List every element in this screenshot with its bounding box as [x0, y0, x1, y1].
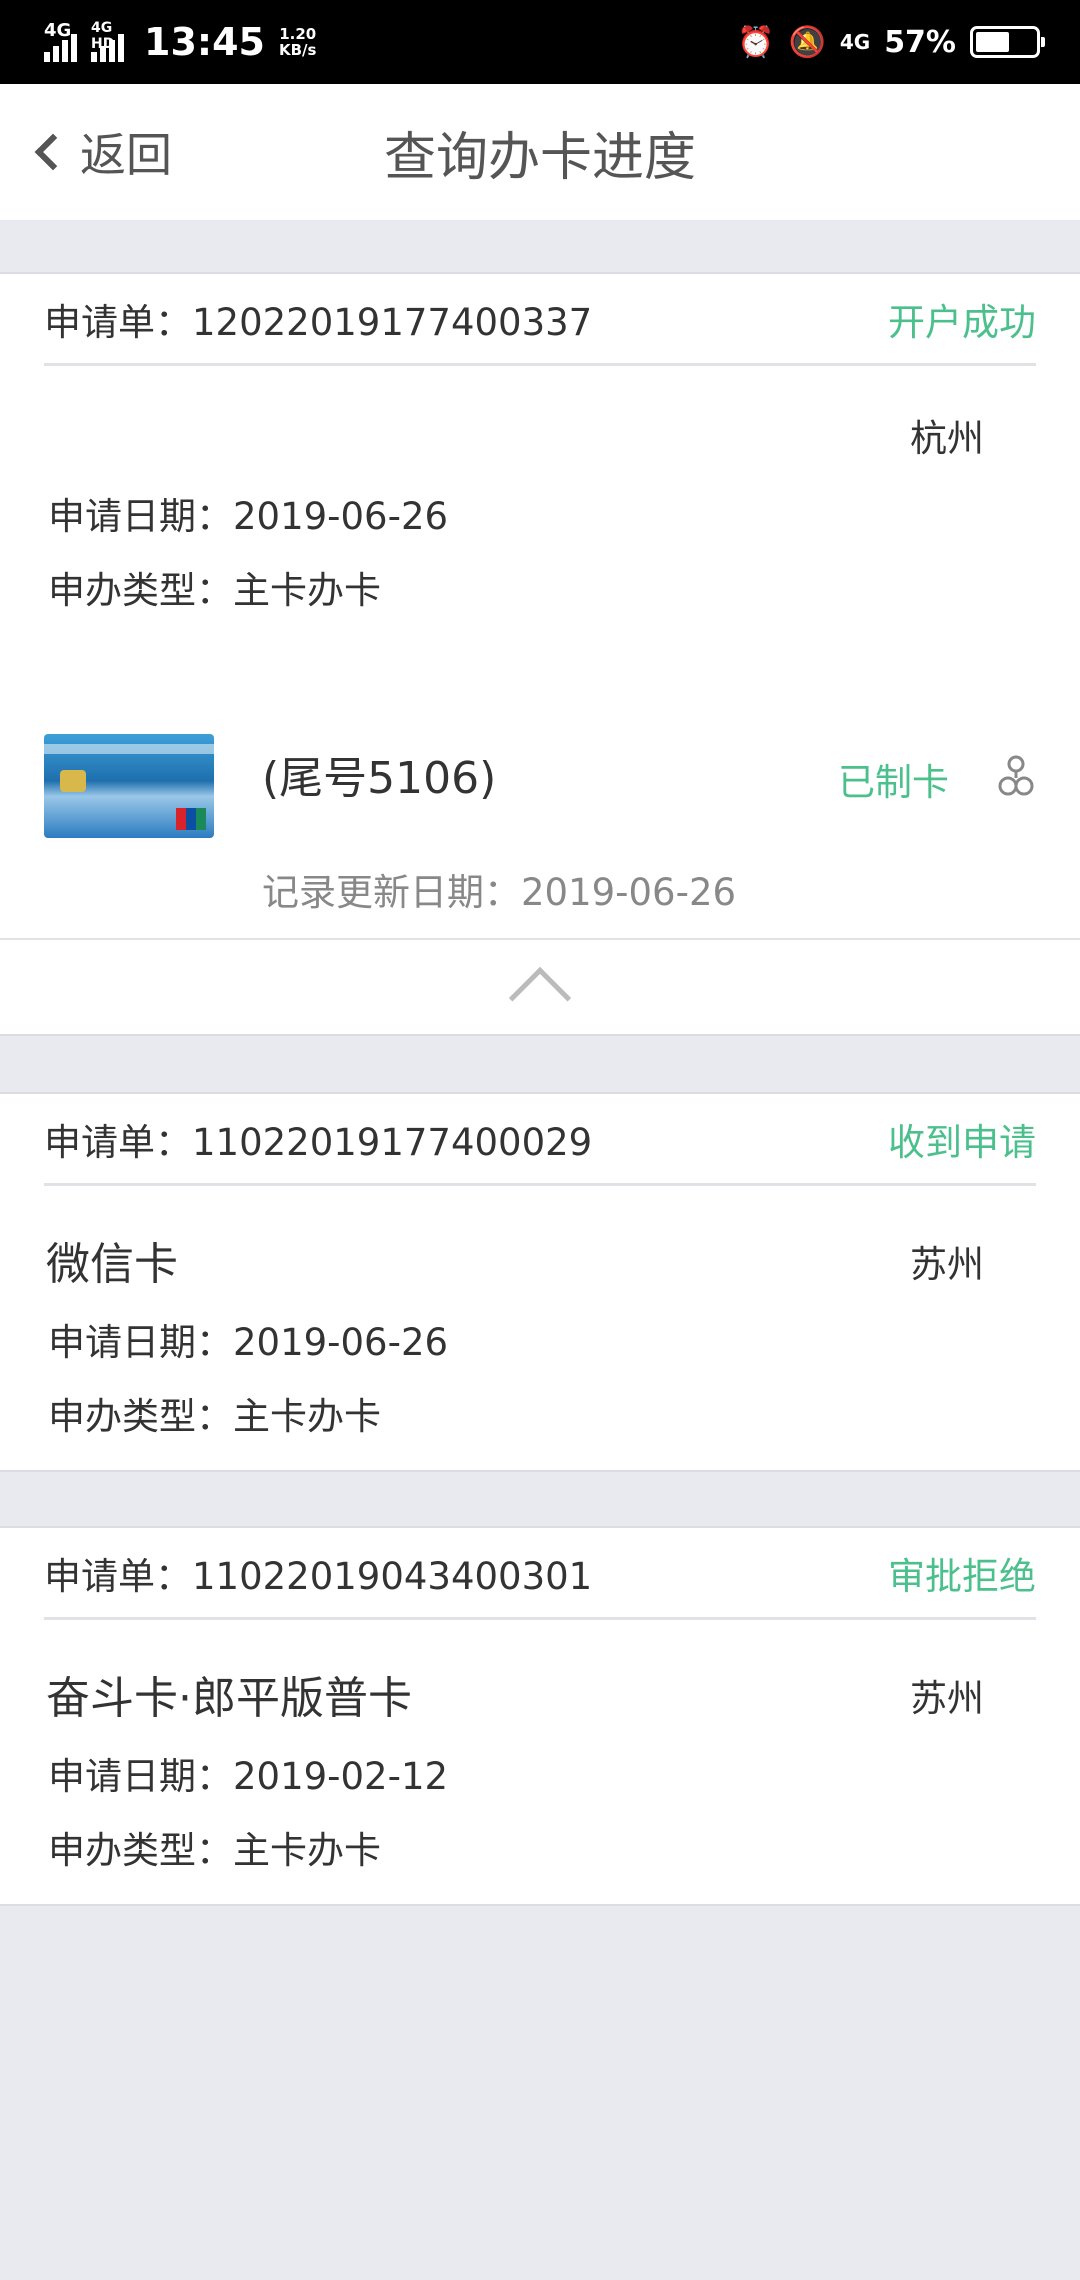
- speed-unit: KB/s: [278, 41, 317, 59]
- application-card[interactable]: 申请单：11022019043400301 审批拒绝 奋斗卡·郎平版普卡 苏州 …: [0, 1526, 1080, 1906]
- card-product-name: 奋斗卡·郎平版普卡: [46, 1673, 412, 1724]
- page-title: 查询办卡进度: [383, 127, 696, 188]
- chevron-up-icon: [508, 966, 572, 1030]
- city: 苏州: [910, 1677, 984, 1720]
- application-card[interactable]: 申请单：12022019177400337 开户成功 杭州 申请日期：2019-…: [0, 272, 1080, 644]
- tracking-icon[interactable]: [996, 754, 1036, 802]
- application-card[interactable]: 申请单：11022019177400029 收到申请 微信卡 苏州 申请日期：2…: [0, 1092, 1080, 1472]
- network-speed: 1.20 KB/s: [279, 26, 316, 58]
- back-button[interactable]: 返回: [28, 84, 172, 220]
- card-detail: (尾号5106) 已制卡 记录更新日期：2019-06-26: [0, 642, 1080, 1036]
- city: 杭州: [910, 417, 984, 460]
- network-type: 4G: [839, 30, 871, 54]
- signal-icon: 4G: [44, 20, 77, 62]
- speed-value: 1.20: [279, 25, 317, 43]
- back-label: 返回: [80, 128, 172, 182]
- unionpay-logo: [176, 808, 206, 830]
- application-type: 申办类型：主卡办卡: [48, 569, 381, 612]
- application-status: 开户成功: [888, 300, 1036, 344]
- application-header: 申请单：11022019177400029 收到申请: [44, 1094, 1036, 1186]
- application-number: 申请单：12022019177400337: [44, 300, 593, 344]
- battery-percentage: 57%: [884, 24, 956, 60]
- alarm-icon: ⏰: [737, 24, 775, 60]
- application-date: 申请日期：2019-06-26: [48, 495, 449, 538]
- application-date: 申请日期：2019-02-12: [48, 1755, 449, 1798]
- mute-icon: 🔕: [788, 24, 826, 60]
- status-bar: 4G 4G HD 13:45 1.20 KB/s ⏰ 🔕 4G 57%: [0, 0, 1080, 84]
- application-header: 申请单：12022019177400337 开户成功: [44, 274, 1036, 366]
- status-bar-left: 4G 4G HD 13:45 1.20 KB/s: [44, 20, 316, 64]
- card-status: 已制卡: [838, 761, 949, 804]
- application-header: 申请单：11022019043400301 审批拒绝: [44, 1528, 1036, 1620]
- signal-icon-2: 4G HD: [91, 20, 124, 62]
- bank-card-image: [44, 734, 214, 838]
- card-tail-number: (尾号5106): [262, 753, 497, 804]
- status-bar-right: ⏰ 🔕 4G 57%: [737, 24, 1045, 60]
- application-type: 申办类型：主卡办卡: [48, 1829, 381, 1872]
- application-type: 申办类型：主卡办卡: [48, 1395, 381, 1438]
- navigation-bar: 返回 查询办卡进度: [0, 84, 1080, 220]
- application-date: 申请日期：2019-06-26: [48, 1321, 449, 1364]
- battery-icon: [970, 26, 1045, 58]
- collapse-button[interactable]: [0, 938, 1080, 1032]
- application-number: 申请单：11022019177400029: [44, 1120, 593, 1164]
- clock: 13:45: [144, 20, 265, 64]
- application-status: 审批拒绝: [888, 1554, 1036, 1598]
- chevron-left-icon: [34, 133, 72, 171]
- card-product-name: 微信卡: [46, 1239, 178, 1290]
- application-number: 申请单：11022019043400301: [44, 1554, 593, 1598]
- city: 苏州: [910, 1243, 984, 1286]
- application-status: 收到申请: [888, 1120, 1036, 1164]
- record-update-date: 记录更新日期：2019-06-26: [262, 871, 737, 914]
